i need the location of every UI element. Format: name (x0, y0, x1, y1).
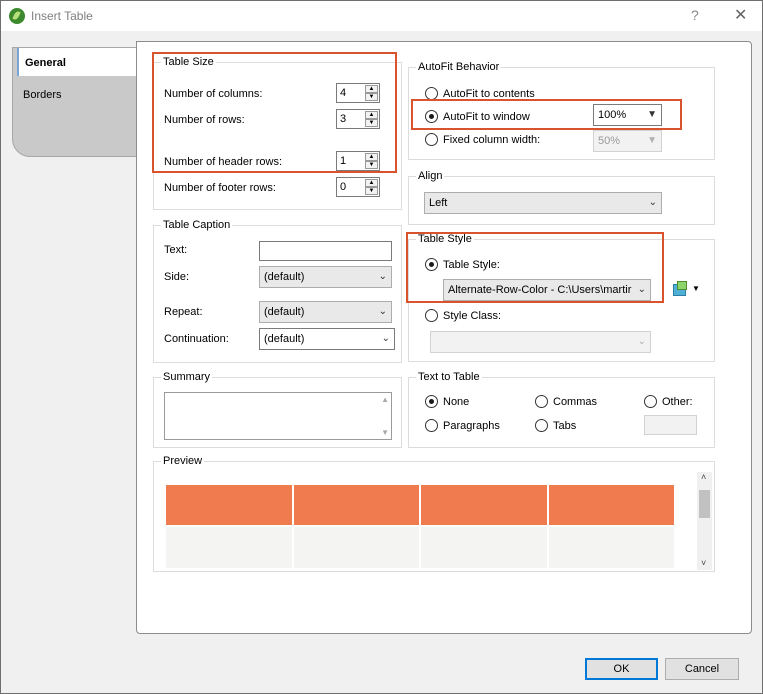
chevron-down-icon: ⌄ (637, 336, 646, 347)
preview-header-cell (293, 485, 419, 525)
paragraphs-label[interactable]: Paragraphs (443, 420, 500, 432)
scrollbar-thumb[interactable] (699, 490, 710, 518)
footer-rows-label: Number of footer rows: (164, 182, 276, 194)
summary-group: Summary ▲ ▼ (153, 371, 402, 448)
caption-side-label: Side: (164, 271, 190, 283)
preview-header-cell (548, 485, 674, 525)
app-leaf-icon (9, 8, 25, 24)
other-radio[interactable] (644, 395, 657, 408)
edit-style-dropdown-icon[interactable]: ▼ (692, 284, 700, 293)
tabs-label[interactable]: Tabs (553, 420, 576, 432)
chevron-down-icon: ⌄ (378, 306, 387, 317)
tab-borders[interactable]: Borders (17, 80, 137, 108)
none-radio[interactable] (425, 395, 438, 408)
caption-side-select[interactable]: (default) ⌄ (259, 266, 392, 288)
caption-repeat-select[interactable]: (default) ⌄ (259, 301, 392, 323)
caption-continuation-select[interactable]: (default) ⌄ (259, 328, 395, 350)
preview-table (166, 485, 676, 568)
other-separator-input[interactable] (644, 415, 697, 435)
chevron-down-icon: ▼ (647, 135, 657, 146)
chevron-down-icon: ⌄ (648, 197, 657, 208)
tab-strip: General Borders (12, 42, 137, 157)
caption-text-input[interactable] (259, 241, 392, 261)
dialog-title: Insert Table (31, 9, 93, 23)
chevron-down-icon: ⌄ (381, 333, 390, 344)
autofit-legend: AutoFit Behavior (416, 61, 502, 73)
autofit-window-highlight (411, 99, 682, 130)
scroll-up-icon[interactable]: ▲ (381, 395, 389, 404)
align-select[interactable]: Left ⌄ (424, 192, 662, 214)
scroll-down-icon[interactable]: ˅ (701, 558, 706, 568)
commas-radio[interactable] (535, 395, 548, 408)
chevron-down-icon: ⌄ (378, 271, 387, 282)
summary-textarea[interactable]: ▲ ▼ (164, 392, 392, 440)
general-tab-content: Table Size Number of columns: 4 ▲ ▼ Numbe… (136, 41, 752, 634)
text-to-table-legend: Text to Table (416, 371, 482, 383)
preview-scrollbar[interactable]: ˄ ˅ (697, 472, 712, 570)
commas-label[interactable]: Commas (553, 396, 597, 408)
caption-legend: Table Caption (161, 219, 233, 231)
tab-general[interactable]: General (17, 48, 137, 76)
preview-header-cell (166, 485, 292, 525)
preview-body-cell (293, 527, 419, 568)
edit-style-icon[interactable] (672, 281, 688, 297)
caption-text-label: Text: (164, 244, 188, 256)
preview-group: Preview ˄ ˅ (153, 455, 715, 572)
tabs-radio[interactable] (535, 419, 548, 432)
style-class-label[interactable]: Style Class: (443, 310, 501, 322)
help-icon[interactable]: ? (691, 7, 699, 23)
text-to-table-group: Text to Table None Commas Other: Paragra… (408, 371, 715, 448)
fixed-width-label[interactable]: Fixed column width: (443, 134, 540, 146)
table-style-highlight (406, 232, 664, 303)
fixed-width-radio[interactable] (425, 133, 438, 146)
footer-rows-spinner[interactable]: 0 ▲ ▼ (336, 177, 380, 197)
cancel-button[interactable]: Cancel (665, 658, 739, 680)
table-size-highlight (152, 52, 397, 173)
align-group: Align Left ⌄ (408, 170, 715, 225)
ok-button[interactable]: OK (585, 658, 658, 680)
close-icon[interactable]: ✕ (734, 5, 747, 25)
fixed-width-select[interactable]: 50% ▼ (593, 130, 662, 152)
title-bar: Insert Table ? ✕ (1, 1, 762, 31)
style-class-select[interactable]: ⌄ (430, 331, 651, 353)
summary-legend: Summary (161, 371, 213, 383)
caption-continuation-label: Continuation: (164, 333, 229, 345)
caption-repeat-label: Repeat: (164, 306, 203, 318)
none-label[interactable]: None (443, 396, 469, 408)
paragraphs-radio[interactable] (425, 419, 438, 432)
insert-table-dialog: Insert Table ? ✕ General Borders Table S… (0, 0, 763, 694)
preview-legend: Preview (161, 455, 205, 467)
preview-body-cell (548, 527, 674, 568)
preview-body-cell (166, 527, 292, 568)
style-class-radio[interactable] (425, 309, 438, 322)
scroll-up-icon[interactable]: ˄ (701, 472, 706, 482)
preview-header-cell (421, 485, 547, 525)
other-label[interactable]: Other: (662, 396, 693, 408)
scroll-down-icon[interactable]: ▼ (381, 428, 389, 437)
table-caption-group: Table Caption Text: Side: (default) ⌄ Re… (153, 219, 402, 363)
preview-body-cell (421, 527, 547, 568)
align-legend: Align (416, 170, 445, 182)
